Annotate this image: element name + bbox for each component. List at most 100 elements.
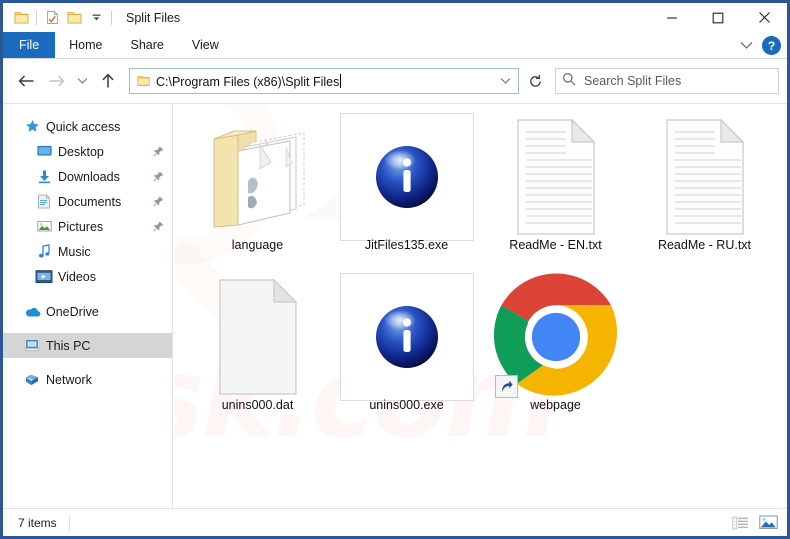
this-pc-icon (23, 337, 41, 355)
documents-icon (35, 193, 53, 211)
folder-icon[interactable] (10, 7, 32, 29)
address-input[interactable]: C:\Program Files (x86)\Split Files (129, 68, 519, 94)
sidebar-item-pictures[interactable]: Pictures (3, 214, 172, 239)
file-item-language[interactable]: language (183, 112, 332, 272)
view-switcher (729, 513, 779, 533)
sidebar-item-onedrive[interactable]: OneDrive (3, 299, 172, 324)
file-item-jitfiles135-exe[interactable]: JitFiles135.exe (332, 112, 481, 272)
recent-locations-chevron-down-icon[interactable] (71, 66, 93, 96)
pictures-icon (35, 218, 53, 236)
navigation-pane: Quick access Desktop Downloads Documents… (3, 104, 173, 508)
properties-icon[interactable] (41, 7, 63, 29)
text-file-icon (630, 112, 779, 242)
file-item-label: JitFiles135.exe (364, 238, 449, 252)
sidebar-item-label: This PC (46, 338, 91, 353)
downloads-icon (35, 168, 53, 186)
tab-file[interactable]: File (3, 32, 56, 58)
file-item-label: webpage (530, 398, 581, 412)
file-item-label: ReadMe - EN.txt (509, 238, 602, 252)
address-path-value: C:\Program Files (x86)\Split Files (156, 74, 340, 89)
sidebar-item-network[interactable]: Network (3, 367, 172, 392)
sidebar-item-label: Network (46, 372, 92, 387)
tab-view[interactable]: View (178, 32, 233, 58)
tab-home[interactable]: Home (55, 32, 116, 58)
quick-access-toolbar (3, 7, 116, 29)
search-icon (562, 72, 576, 91)
chevron-down-icon[interactable] (85, 7, 107, 29)
sidebar-item-videos[interactable]: Videos (3, 264, 172, 289)
folder-icon (135, 73, 151, 89)
file-item-label: language (231, 238, 284, 252)
sidebar-item-label: Documents (58, 194, 122, 209)
item-count-label: 7 items (18, 515, 57, 530)
search-input[interactable]: Search Split Files (555, 68, 779, 94)
close-button[interactable] (741, 3, 787, 32)
sidebar-item-desktop[interactable]: Desktop (3, 139, 172, 164)
blue-info-orb-icon (375, 306, 438, 368)
ribbon-tab-bar: File Home Share View ? (3, 32, 787, 59)
file-item-unins000-dat[interactable]: unins000.dat (183, 272, 332, 432)
chevron-down-icon[interactable] (736, 36, 756, 56)
explorer-body: Quick access Desktop Downloads Documents… (3, 103, 787, 508)
back-arrow-icon[interactable] (11, 66, 41, 96)
file-item-label: ReadMe - RU.txt (657, 238, 752, 252)
sidebar-item-documents[interactable]: Documents (3, 189, 172, 214)
status-bar: 7 items (3, 508, 787, 536)
pin-icon[interactable] (152, 221, 164, 233)
up-arrow-icon[interactable] (93, 66, 123, 96)
pin-icon[interactable] (152, 146, 164, 158)
minimize-button[interactable] (649, 3, 695, 32)
sidebar-item-music[interactable]: Music (3, 239, 172, 264)
help-button[interactable]: ? (762, 36, 781, 55)
exe-thumbnail (332, 112, 481, 242)
shortcut-arrow-icon (495, 375, 518, 398)
star-icon (23, 118, 41, 136)
file-list-pane[interactable]: risk.com (173, 104, 787, 508)
file-item-label: unins000.exe (369, 398, 444, 412)
videos-icon (35, 269, 53, 283)
maximize-button[interactable] (695, 3, 741, 32)
exe-thumbnail (332, 272, 481, 402)
address-path-text: C:\Program Files (x86)\Split Files (156, 73, 494, 89)
network-icon (23, 371, 41, 389)
file-item-readme-ru-txt[interactable]: ReadMe - RU.txt (630, 112, 779, 272)
file-grid: language JitFiles135.exe ReadMe - EN.txt… (173, 104, 787, 508)
sidebar-item-label: Music (58, 244, 91, 259)
tab-share[interactable]: Share (117, 32, 178, 58)
file-item-webpage[interactable]: webpage (481, 272, 630, 432)
thumbnail-frame (339, 273, 474, 401)
sidebar-item-quick-access[interactable]: Quick access (3, 114, 172, 139)
sidebar-item-label: OneDrive (46, 304, 99, 319)
large-icons-view-button[interactable] (757, 513, 779, 533)
status-divider (68, 514, 70, 531)
file-item-unins000-exe[interactable]: unins000.exe (332, 272, 481, 432)
forward-arrow-icon (41, 66, 71, 96)
thumbnail-frame (339, 113, 474, 241)
text-file-icon (481, 112, 630, 242)
open-folder-icon (183, 112, 332, 242)
file-item-readme-en-txt[interactable]: ReadMe - EN.txt (481, 112, 630, 272)
sidebar-item-downloads[interactable]: Downloads (3, 164, 172, 189)
text-caret (340, 73, 342, 88)
details-view-button[interactable] (729, 513, 751, 533)
sidebar-item-label: Downloads (58, 169, 120, 184)
sidebar-item-label: Desktop (58, 144, 104, 159)
search-placeholder: Search Split Files (584, 74, 682, 88)
refresh-icon[interactable] (520, 68, 550, 94)
toolbar-divider-2 (111, 10, 112, 25)
pin-icon[interactable] (152, 196, 164, 208)
sidebar-item-this-pc[interactable]: This PC (3, 333, 172, 358)
sidebar-item-label: Videos (58, 269, 96, 284)
pin-icon[interactable] (152, 171, 164, 183)
sidebar-item-label: Pictures (58, 219, 104, 234)
title-bar: Split Files (3, 3, 787, 32)
toolbar-divider (36, 10, 37, 25)
onedrive-cloud-icon (23, 303, 41, 321)
address-chevron-down-icon[interactable] (494, 69, 516, 93)
new-folder-icon[interactable] (63, 7, 85, 29)
music-icon (35, 243, 53, 261)
window-title: Split Files (126, 10, 181, 25)
blank-file-icon (183, 272, 332, 402)
desktop-icon (35, 143, 53, 161)
ribbon-controls: ? (736, 32, 781, 59)
